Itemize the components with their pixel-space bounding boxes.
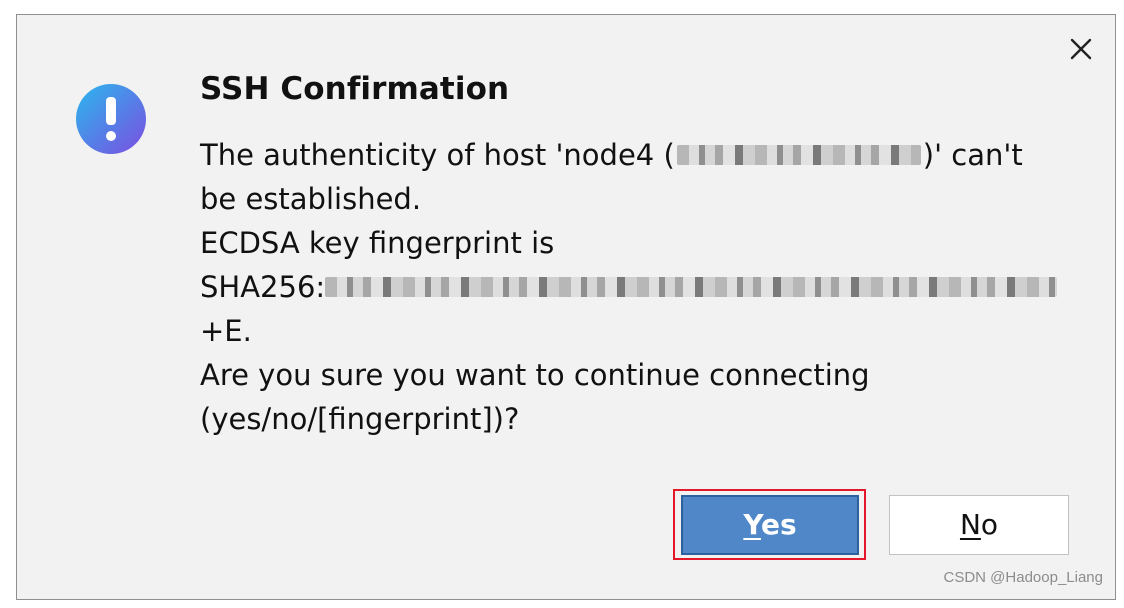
message-host-suffix: )' can't [922, 138, 1023, 172]
yes-button-label: Yes [743, 511, 796, 539]
yes-label-rest: es [761, 508, 797, 541]
watermark: CSDN @Hadoop_Liang [943, 569, 1104, 586]
blurred-host-address [676, 145, 921, 165]
yes-button[interactable]: Yes [681, 495, 859, 555]
message-line-established: be established. [200, 182, 422, 216]
message-line-fingerprint-end: +E. [200, 314, 252, 348]
message-line-options: (yes/no/[fingerprint])? [200, 402, 520, 436]
message-host-prefix: The authenticity of host 'node4 ( [200, 138, 675, 172]
close-button[interactable] [1067, 35, 1095, 63]
sha256-label: SHA256: [200, 270, 326, 304]
message-line-fingerprint-label: ECDSA key fingerprint is [200, 226, 555, 260]
close-icon [1070, 38, 1092, 60]
blurred-fingerprint [325, 277, 1058, 297]
dialog-message: The authenticity of host 'node4 ( )' can'… [200, 133, 1080, 441]
dialog-title: SSH Confirmation [200, 71, 510, 107]
no-button[interactable]: No [889, 495, 1069, 555]
no-mnemonic: N [959, 508, 981, 541]
message-line-sha256: SHA256: [200, 265, 1080, 309]
yes-mnemonic: Y [743, 508, 762, 541]
no-label-rest: o [980, 508, 999, 541]
ssh-confirmation-dialog: SSH Confirmation The authenticity of hos… [16, 14, 1116, 600]
info-icon [76, 84, 146, 154]
no-button-label: No [960, 511, 998, 539]
message-line-question: Are you sure you want to continue connec… [200, 358, 870, 392]
message-line-host: The authenticity of host 'node4 ( )' can'… [200, 133, 1080, 177]
